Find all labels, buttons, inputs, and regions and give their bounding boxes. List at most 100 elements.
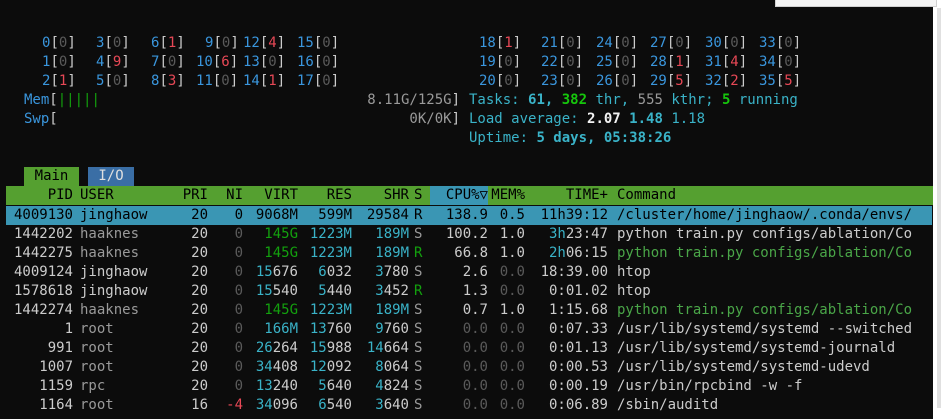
process-row[interactable]: 1442275 haaknes 20 0 145G 1223M 189M R 66.8 1.0 2h… bbox=[0, 244, 933, 263]
process-row[interactable]: 1 root 20 0 166M 13760 9760 S 0.0 0.0 0:07.33/usr/… bbox=[0, 320, 933, 339]
cpu-meter-0: 0[0] bbox=[42, 35, 76, 51]
cell-ni: 0 bbox=[234, 321, 243, 337]
cell-virt: 34096 bbox=[255, 397, 298, 413]
cell-command: /usr/lib/systemd/systemd-udevd bbox=[617, 359, 870, 375]
cell-pri: 20 bbox=[191, 340, 208, 356]
column-header-user[interactable]: USER bbox=[80, 186, 170, 205]
cpu-id: 13 bbox=[243, 54, 260, 70]
cpu-usage: 0 bbox=[730, 35, 739, 51]
cpu-usage: 0 bbox=[566, 35, 575, 51]
threads-count: 382 bbox=[561, 92, 588, 108]
cell-res: 1223M bbox=[309, 245, 352, 261]
cell-res: 5440 bbox=[318, 283, 352, 299]
cpu-usage: 0 bbox=[322, 54, 331, 70]
column-header-shr[interactable]: SHR bbox=[352, 186, 409, 205]
cell-user: haaknes bbox=[80, 302, 140, 318]
cell-pri: 20 bbox=[191, 207, 208, 223]
cell-mem: 0.0 bbox=[499, 321, 525, 337]
process-row[interactable]: 4009130 jinghaow 20 0 9068M 599M 29584 R 138.9 0.… bbox=[0, 206, 933, 225]
swp-meter: Swp[ bbox=[24, 111, 58, 127]
cell-user: root bbox=[80, 321, 114, 337]
running-count: 5 bbox=[721, 92, 731, 108]
tab-main[interactable]: Main bbox=[24, 167, 79, 186]
process-row[interactable]: 991 root 20 0 26264 15988 14664 S 0.0 0.0 0:01.13 /… bbox=[0, 339, 933, 358]
column-header-virt[interactable]: VIRT bbox=[243, 186, 298, 205]
cpu-id: 32 bbox=[705, 73, 722, 89]
process-row[interactable]: 1442274 haaknes 20 0 145G 1223M 189M S 0.7 1.0 1:1… bbox=[0, 301, 933, 320]
column-header-cpu[interactable]: CPU%▽ bbox=[430, 186, 488, 205]
cpu-id: 21 bbox=[541, 35, 558, 51]
cell-time: 0:00.19 bbox=[548, 378, 608, 394]
cell-mem: 0.0 bbox=[499, 378, 525, 394]
cell-mem: 1.0 bbox=[499, 226, 525, 242]
cpu-meter-12: 12[4] bbox=[243, 35, 286, 51]
column-header-pid[interactable]: PID bbox=[6, 186, 73, 205]
cell-pri: 20 bbox=[191, 359, 208, 375]
cell-shr: 189M bbox=[375, 245, 409, 261]
cell-pid: 1164 bbox=[39, 397, 73, 413]
cpu-id: 35 bbox=[759, 73, 776, 89]
process-row[interactable]: 1164 root 16 -4 34096 6540 3640 S 0.0 0.0 0:06.89 /… bbox=[0, 396, 933, 415]
cell-cpu: 100.2 bbox=[445, 226, 488, 242]
cpu-usage: 0 bbox=[621, 73, 630, 89]
cell-s: S bbox=[414, 397, 423, 413]
terminal-window[interactable]: 0[0] 1[0] 2[1] 3[0] 4[9] 5[0] 6[1] 7[0] 8[3] 9[0]… bbox=[0, 0, 933, 419]
cell-ni: 0 bbox=[234, 359, 243, 375]
cpu-meter-30: 30[0] bbox=[705, 35, 748, 51]
cell-ni: 0 bbox=[234, 302, 243, 318]
cell-pri: 20 bbox=[191, 283, 208, 299]
load-15: 1.18 bbox=[671, 111, 706, 127]
cell-pri: 16 bbox=[191, 397, 208, 413]
tab-io[interactable]: I/O bbox=[88, 167, 134, 186]
scrollbar[interactable] bbox=[933, 0, 943, 419]
cell-pri: 20 bbox=[191, 378, 208, 394]
column-header-time[interactable]: TIME+ bbox=[525, 186, 608, 205]
swp-value: 0K/0K] bbox=[409, 111, 460, 127]
cell-ni: 0 bbox=[234, 245, 243, 261]
cell-s: R bbox=[414, 283, 423, 299]
process-row[interactable]: 1442202 haaknes 20 0 145G 1223M 189M S 100.2 1.0 3… bbox=[0, 225, 933, 244]
column-header-ni[interactable]: NI bbox=[208, 186, 243, 205]
column-header-command[interactable]: Command bbox=[617, 186, 933, 205]
mem-bar: ||||| bbox=[57, 92, 100, 108]
cell-shr: 189M bbox=[375, 302, 409, 318]
cell-command: /usr/lib/systemd/systemd-journald bbox=[617, 340, 896, 356]
cpu-usage: 0 bbox=[784, 35, 793, 51]
cell-user: root bbox=[80, 359, 114, 375]
cell-res: 1223M bbox=[309, 226, 352, 242]
cell-cpu: 66.8 bbox=[454, 245, 488, 261]
column-header-res[interactable]: RES bbox=[298, 186, 352, 205]
cell-pri: 20 bbox=[191, 264, 208, 280]
cell-shr: 4824 bbox=[375, 378, 409, 394]
cpu-usage: 5 bbox=[675, 73, 684, 89]
cpu-meter-11: 11[0] bbox=[196, 73, 239, 89]
cpu-meter-13: 13[0] bbox=[243, 54, 286, 70]
cell-mem: 0.0 bbox=[499, 359, 525, 375]
cpu-id: 28 bbox=[650, 54, 667, 70]
column-header-s[interactable]: S bbox=[414, 186, 428, 205]
cpu-id: 34 bbox=[759, 54, 776, 70]
process-row[interactable]: 1578618 jinghaow 20 0 15540 5440 3452 R 1.3 0.0 0:… bbox=[0, 282, 933, 301]
cell-pid: 1442274 bbox=[13, 302, 73, 318]
process-row[interactable]: 1159 rpc 20 0 13240 5640 4824 S 0.0 0.0 0:00.19/us… bbox=[0, 377, 933, 396]
process-row[interactable]: 4009124 jinghaow 20 0 15676 6032 3780 S 2.6 0.0 18… bbox=[0, 263, 933, 282]
cpu-meter-6: 6[1] bbox=[151, 35, 185, 51]
cell-virt: 166M bbox=[264, 321, 298, 337]
scrollbar-thumb[interactable] bbox=[937, 8, 941, 408]
cell-shr: 3640 bbox=[375, 397, 409, 413]
cell-mem: 1.0 bbox=[499, 302, 525, 318]
cell-shr: 9760 bbox=[375, 321, 409, 337]
process-row[interactable]: 1007 root 20 0 34408 12092 8064 S 0.0 0.0 0:00.53 /… bbox=[0, 358, 933, 377]
cell-time: 0:01.02 bbox=[548, 283, 608, 299]
cpu-meter-28: 28[1] bbox=[650, 54, 693, 70]
column-header-mem[interactable]: MEM% bbox=[488, 186, 525, 205]
cpu-meter-26: 26[0] bbox=[596, 73, 639, 89]
column-header-pri[interactable]: PRI bbox=[170, 186, 208, 205]
cpu-meter-3: 3[0] bbox=[96, 35, 130, 51]
cpu-id: 15 bbox=[297, 35, 314, 51]
cell-res: 13760 bbox=[309, 321, 352, 337]
cpu-meter-29: 29[5] bbox=[650, 73, 693, 89]
cpu-usage: 6 bbox=[221, 54, 230, 70]
cell-user: haaknes bbox=[80, 226, 140, 242]
cell-pid: 1442275 bbox=[13, 245, 73, 261]
